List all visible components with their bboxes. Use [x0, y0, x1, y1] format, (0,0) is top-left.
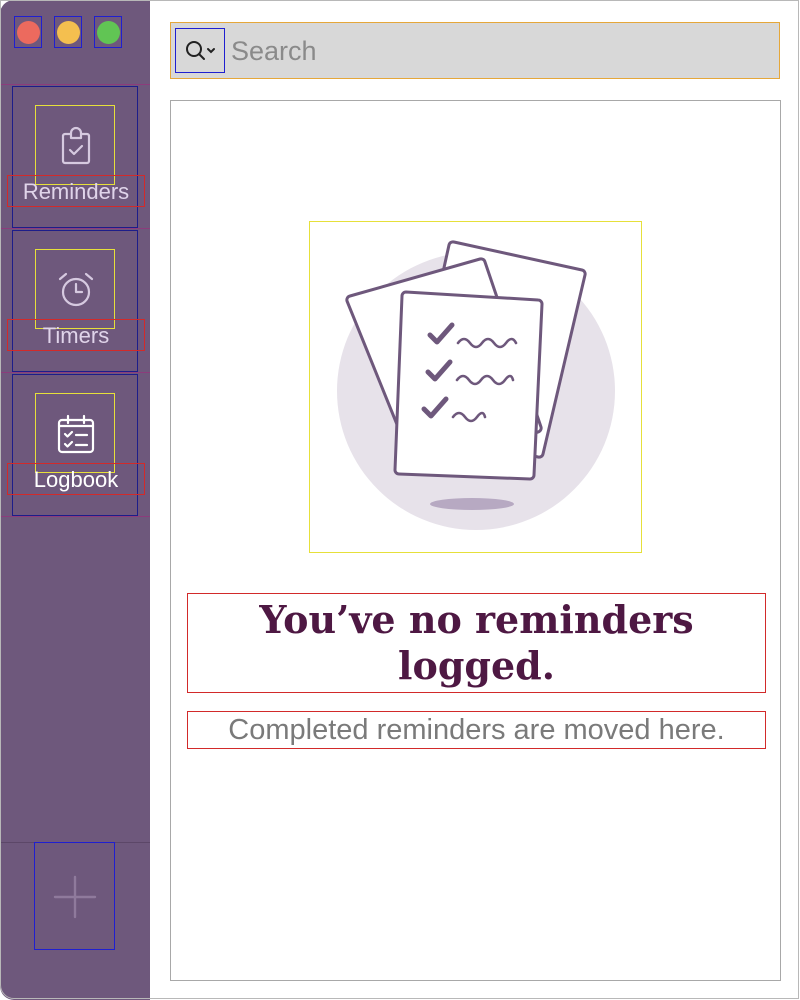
zoom-window-button[interactable]: [94, 16, 122, 48]
search-scope-button[interactable]: [175, 28, 225, 73]
sidebar-item-reminders[interactable]: Reminders: [7, 86, 145, 228]
search-input[interactable]: [231, 31, 771, 71]
add-reminder-button[interactable]: [34, 842, 115, 950]
sidebar-separator: [0, 228, 150, 229]
sidebar-item-timers[interactable]: Timers: [7, 230, 145, 372]
close-window-button[interactable]: [14, 16, 42, 48]
sidebar-item-label: Logbook: [7, 463, 145, 495]
checklist-illustration: [337, 240, 615, 530]
empty-state-subtitle: Completed reminders are moved here.: [187, 711, 766, 749]
alarm-clock-icon: [35, 249, 115, 329]
search-bar: [170, 22, 780, 79]
sidebar: Reminders Timers Logbook: [0, 0, 150, 1000]
minimize-icon: [57, 21, 80, 44]
plus-icon: [53, 875, 97, 919]
sidebar-item-logbook[interactable]: Logbook: [7, 374, 145, 516]
close-icon: [17, 21, 40, 44]
magnifier-dropdown-icon: [186, 41, 215, 60]
sidebar-item-label: Reminders: [7, 175, 145, 207]
sidebar-separator: [0, 372, 150, 373]
calendar-checklist-icon: [35, 393, 115, 473]
zoom-icon: [97, 21, 120, 44]
empty-state-title: You’ve no reminders logged.: [187, 593, 766, 693]
sidebar-separator: [0, 84, 150, 85]
sidebar-separator: [0, 516, 150, 517]
sidebar-item-label: Timers: [7, 319, 145, 351]
logbook-content-panel: You’ve no reminders logged. Completed re…: [170, 100, 781, 981]
minimize-window-button[interactable]: [54, 16, 82, 48]
checklist-papers-illustration: [309, 221, 642, 553]
clipboard-check-icon: [35, 105, 115, 185]
